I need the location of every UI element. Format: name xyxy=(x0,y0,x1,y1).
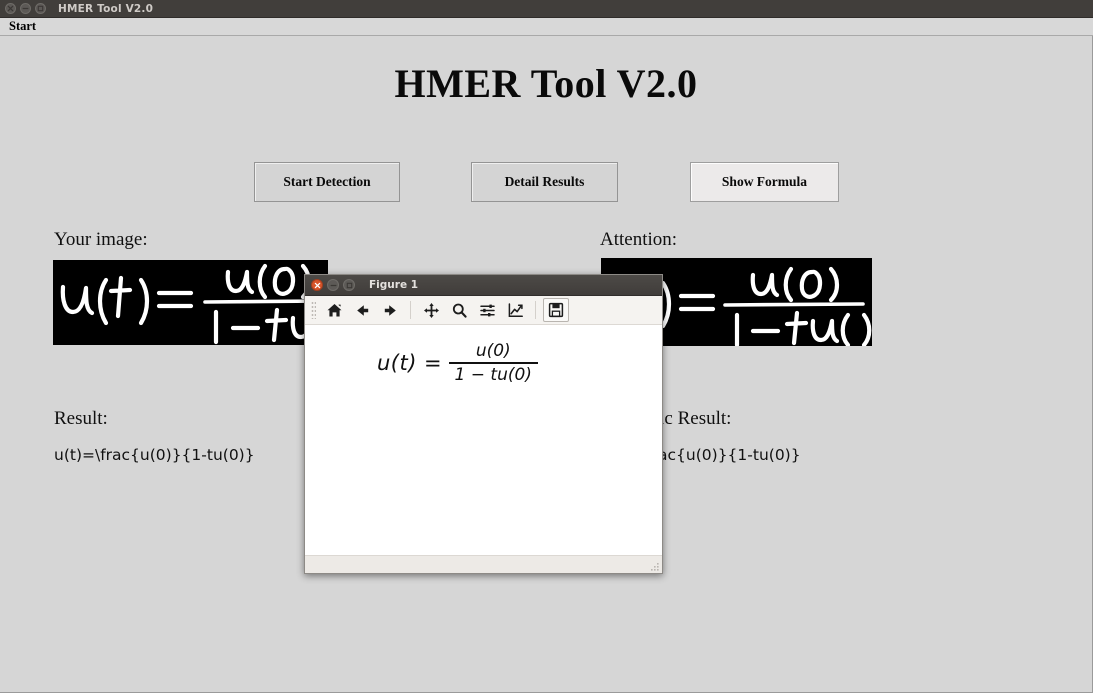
window-title: HMER Tool V2.0 xyxy=(58,2,154,15)
save-floppy-icon[interactable] xyxy=(543,298,569,322)
resize-grip-icon[interactable] xyxy=(648,560,660,572)
configure-subplots-icon[interactable] xyxy=(474,298,500,322)
window-controls xyxy=(5,3,46,14)
formula-equals: = xyxy=(423,350,442,375)
window-titlebar: HMER Tool V2.0 xyxy=(0,0,1093,18)
result-label: Result: xyxy=(54,408,108,429)
rendered-formula: u(t) = u(0) 1 − tu(0) xyxy=(377,341,538,385)
figure-maximize-icon[interactable] xyxy=(343,279,355,291)
figure-title: Figure 1 xyxy=(369,279,419,291)
main-window: HMER Tool V2.0 Start HMER Tool V2.0 Star… xyxy=(0,0,1093,693)
result-latex-text: u(t)=\frac{u(0)}{1-tu(0)} xyxy=(54,446,255,464)
your-image-label: Your image: xyxy=(54,229,148,250)
figure-statusbar xyxy=(305,555,662,573)
your-image-panel xyxy=(53,260,328,345)
toolbar-grip[interactable] xyxy=(311,301,316,319)
attention-label: Attention: xyxy=(600,229,678,250)
close-icon[interactable] xyxy=(5,3,16,14)
handwritten-formula-image xyxy=(60,263,328,345)
pan-move-icon[interactable] xyxy=(418,298,444,322)
formula-fraction: u(0) 1 − tu(0) xyxy=(448,341,538,385)
show-formula-button[interactable]: Show Formula xyxy=(690,162,839,202)
detail-results-button[interactable]: Detail Results xyxy=(471,162,618,202)
formula-lhs: u(t) xyxy=(377,350,417,375)
figure-titlebar: Figure 1 xyxy=(305,275,662,296)
figure-canvas[interactable]: u(t) = u(0) 1 − tu(0) xyxy=(305,325,662,555)
page-title: HMER Tool V2.0 xyxy=(394,61,698,106)
zoom-magnifier-icon[interactable] xyxy=(446,298,472,322)
figure-close-icon[interactable] xyxy=(311,279,323,291)
client-area: HMER Tool V2.0 Start Detection Detail Re… xyxy=(0,36,1093,693)
menubar: Start xyxy=(0,18,1093,36)
start-detection-button[interactable]: Start Detection xyxy=(254,162,400,202)
figure-minimize-icon[interactable] xyxy=(327,279,339,291)
toolbar-separator xyxy=(410,301,411,319)
menu-item-start[interactable]: Start xyxy=(4,18,41,35)
back-arrow-icon[interactable] xyxy=(349,298,375,322)
minimize-icon[interactable] xyxy=(20,3,31,14)
formula-numerator: u(0) xyxy=(475,341,511,361)
formula-denominator: 1 − tu(0) xyxy=(454,364,532,385)
edit-curve-icon[interactable] xyxy=(502,298,528,322)
figure-window[interactable]: Figure 1 u(t) = u(0) 1 − tu(0) xyxy=(304,274,663,574)
figure-toolbar xyxy=(305,296,662,325)
maximize-icon[interactable] xyxy=(35,3,46,14)
toolbar-separator-2 xyxy=(535,301,536,319)
forward-arrow-icon[interactable] xyxy=(377,298,403,322)
home-icon[interactable] xyxy=(321,298,347,322)
